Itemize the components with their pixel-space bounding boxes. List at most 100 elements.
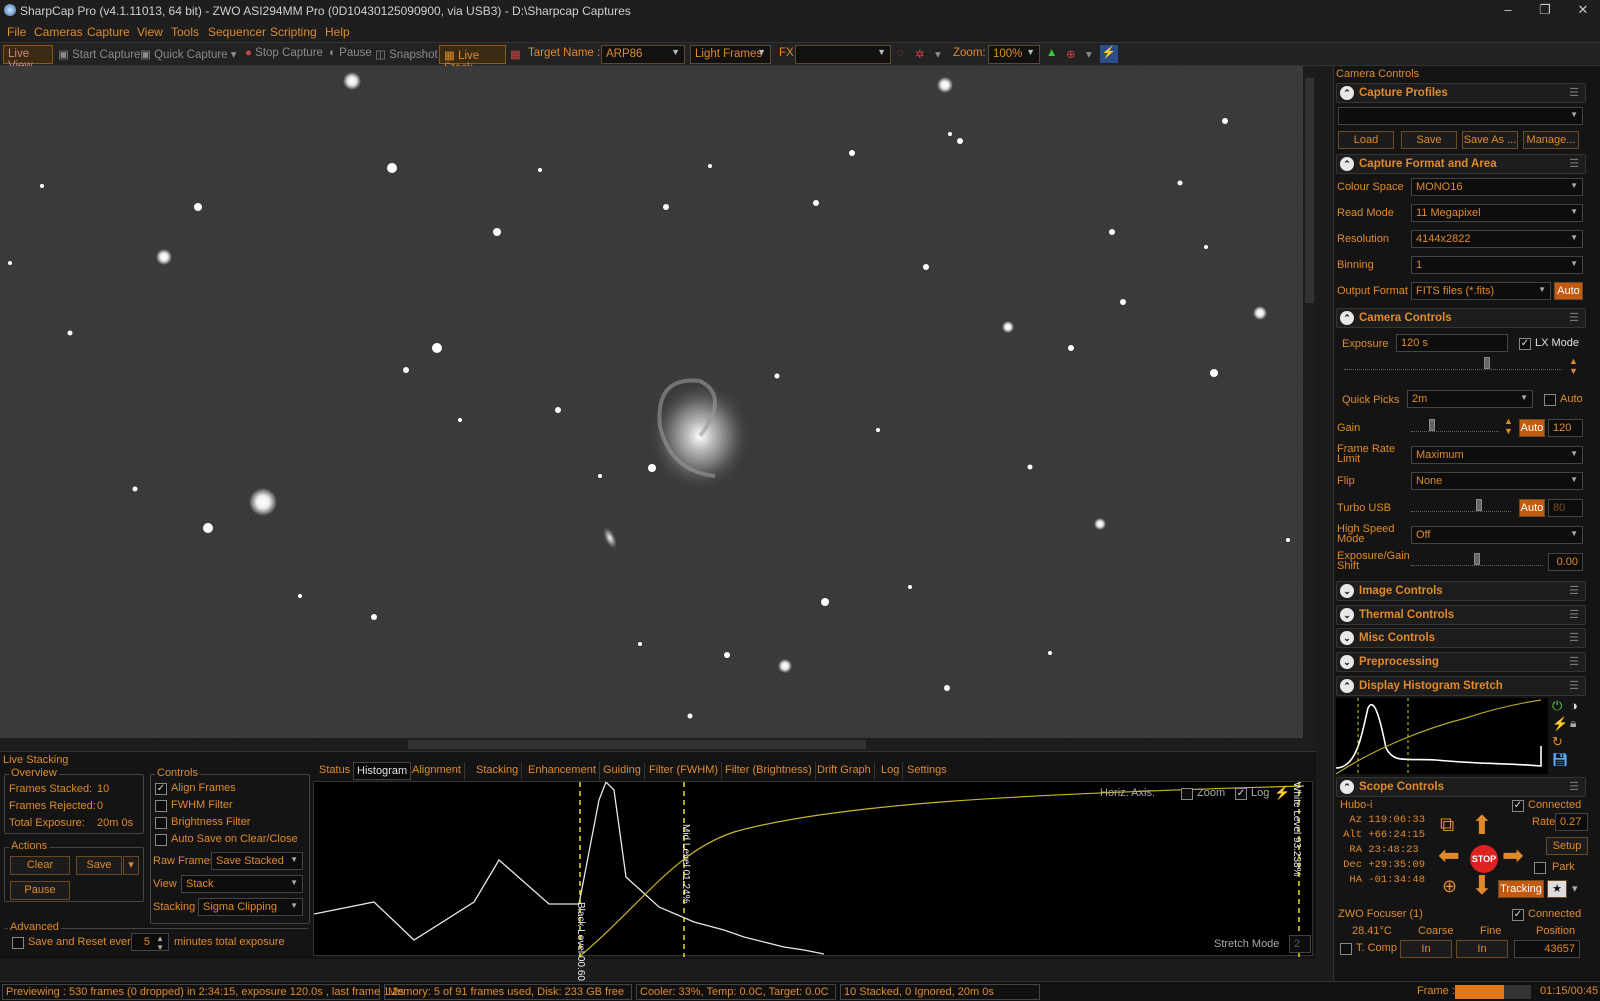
tab-settings[interactable]: Settings <box>904 762 950 780</box>
auto-stretch-icon[interactable]: ⚡ <box>1552 716 1568 732</box>
stop-capture-button[interactable]: ● Stop Capture <box>245 47 323 59</box>
menu-icon[interactable]: ☰ <box>1569 584 1579 597</box>
collapse-icon[interactable]: ⌃ <box>1340 780 1354 794</box>
tab-stacking[interactable]: Stacking <box>473 762 523 780</box>
menu-icon[interactable]: ☰ <box>1569 608 1579 621</box>
menu-icon[interactable]: ☰ <box>1569 157 1579 170</box>
menu-icon[interactable]: ☰ <box>1569 655 1579 668</box>
binning-select[interactable]: 1 ▼ <box>1411 256 1583 274</box>
zoom-select[interactable]: 100% ▼ <box>988 45 1040 64</box>
tab-guiding[interactable]: Guiding <box>600 762 645 780</box>
menu-file[interactable]: File <box>7 25 26 39</box>
lock-icon[interactable]: 🔒︎ <box>1570 716 1576 731</box>
load-profile-button[interactable]: Load <box>1338 131 1394 149</box>
menu-icon[interactable]: ☰ <box>1569 679 1579 692</box>
raw-frames-select[interactable]: Save Stacked ▼ <box>211 852 303 870</box>
save-stack-button[interactable]: Save <box>76 856 122 875</box>
save-as-profile-button[interactable]: Save As ... <box>1462 131 1518 149</box>
tab-filter-brightness[interactable]: Filter (Brightness) <box>722 762 816 780</box>
align-frames-checkbox[interactable]: ✓ <box>155 783 167 795</box>
reset-icon[interactable]: ↻ <box>1552 734 1563 750</box>
exposure-slider[interactable] <box>1344 357 1562 370</box>
collapse-icon[interactable]: ⌃ <box>1340 311 1354 325</box>
start-capture-button[interactable]: ▣ Start Capture <box>58 47 140 61</box>
exposure-input[interactable]: 120 s <box>1396 334 1508 352</box>
output-format-select[interactable]: FITS files (*.fits) ▼ <box>1411 282 1551 300</box>
park-checkbox[interactable] <box>1534 862 1546 874</box>
target-name-field[interactable]: ARP86 ▼ <box>601 45 685 64</box>
stack-histogram-graph[interactable]: Black Level 00.60% Mid Level 01.24% Whit… <box>313 781 1313 990</box>
menu-cameras[interactable]: Cameras <box>34 25 83 39</box>
arrow-down-icon[interactable]: ⬇ <box>1471 870 1493 901</box>
coarse-in-button[interactable]: In <box>1400 940 1452 958</box>
view-select[interactable]: Stack ▼ <box>181 875 303 893</box>
tab-filter-fwhm[interactable]: Filter (FWHM) <box>646 762 723 780</box>
crosshair-icon[interactable]: ✲ <box>915 47 925 61</box>
mount-setup-button[interactable]: Setup <box>1546 837 1588 855</box>
close-icon[interactable]: ✕ <box>1568 2 1598 20</box>
magnifier-icon[interactable]: ⊕ <box>1066 47 1076 61</box>
chevron-down-icon[interactable]: ▾ <box>1086 47 1092 61</box>
turbo-usb-input[interactable]: 80 <box>1548 499 1583 517</box>
resolution-select[interactable]: 4144x2822 ▼ <box>1411 230 1583 248</box>
expand-icon[interactable]: ⌄ <box>1340 608 1354 622</box>
camera-image-view[interactable] <box>0 66 1303 738</box>
menu-icon[interactable]: ☰ <box>1569 311 1579 324</box>
collapse-icon[interactable]: ⌃ <box>1340 157 1354 171</box>
auto-stretch-icon[interactable]: ⚡ <box>1274 785 1290 801</box>
contrast-icon[interactable]: ◑ <box>1570 698 1578 713</box>
arrow-right-icon[interactable]: ➡ <box>1502 840 1524 871</box>
quick-capture-button[interactable]: ▣ Quick Capture ▾ <box>140 47 237 61</box>
section-misc-controls[interactable]: ⌄ Misc Controls ☰ <box>1336 628 1586 648</box>
minimize-icon[interactable]: – <box>1493 2 1523 20</box>
frame-type-select[interactable]: Light Frames ▼ <box>690 45 771 64</box>
section-thermal-controls[interactable]: ⌄ Thermal Controls ☰ <box>1336 605 1586 625</box>
frame-rate-select[interactable]: Maximum ▼ <box>1411 446 1583 464</box>
pause-button[interactable]: ◐ Pause <box>329 47 372 59</box>
menu-help[interactable]: Help <box>325 25 350 39</box>
wand-icon[interactable]: ⚡ <box>1100 45 1118 63</box>
quick-picks-select[interactable]: 2m ▼ <box>1407 390 1533 408</box>
slider-knob[interactable] <box>1476 499 1482 511</box>
manage-profiles-button[interactable]: Manage... <box>1523 131 1579 149</box>
home-target-icon[interactable]: ⊕ <box>1442 876 1457 897</box>
output-auto-button[interactable]: Auto <box>1554 282 1583 300</box>
expand-icon[interactable]: ⌄ <box>1340 584 1354 598</box>
temp-comp-checkbox[interactable] <box>1340 943 1352 955</box>
brightness-filter-checkbox[interactable] <box>155 817 167 829</box>
histogram-icon[interactable]: ▲ <box>1046 47 1057 59</box>
mount-connected-checkbox[interactable]: ✓ <box>1512 800 1524 812</box>
section-preprocessing[interactable]: ⌄ Preprocessing ☰ <box>1336 652 1586 672</box>
menu-view[interactable]: View <box>137 25 163 39</box>
save-disk-icon[interactable]: 💾︎ <box>1552 752 1569 768</box>
save-reset-minutes-input[interactable]: 5 ▲ ▼ <box>131 933 169 951</box>
turbo-auto-button[interactable]: Auto <box>1519 499 1545 517</box>
tab-drift-graph[interactable]: Drift Graph <box>814 762 875 780</box>
menu-capture[interactable]: Capture <box>87 25 130 39</box>
restore-icon[interactable]: ❐ <box>1530 2 1560 20</box>
expand-icon[interactable]: ⌄ <box>1340 655 1354 669</box>
fx-select[interactable]: ▼ <box>795 45 891 64</box>
read-mode-select[interactable]: 11 Megapixel ▼ <box>1411 204 1583 222</box>
save-reset-checkbox[interactable] <box>12 937 24 949</box>
tab-status[interactable]: Status <box>316 762 355 780</box>
goto-icon[interactable]: ⧉ <box>1440 814 1454 837</box>
chevron-down-icon[interactable]: ▾ <box>1572 882 1578 895</box>
auto-save-checkbox[interactable] <box>155 834 167 846</box>
stepper-icon[interactable]: ▲ ▼ <box>156 934 164 950</box>
live-view-button[interactable]: Live View <box>3 45 53 72</box>
scroll-thumb[interactable] <box>1305 78 1314 303</box>
log-checkbox[interactable]: ✓ <box>1235 788 1247 800</box>
exposure-gain-shift-input[interactable]: 0.00 <box>1548 553 1583 571</box>
pause-stack-button[interactable]: Pause <box>10 881 70 900</box>
menu-icon[interactable]: ☰ <box>1569 86 1579 99</box>
gain-stepper-icon[interactable]: ▲ ▼ <box>1504 416 1513 436</box>
tab-histogram[interactable]: Histogram <box>353 762 412 780</box>
section-image-controls[interactable]: ⌄ Image Controls ☰ <box>1336 581 1586 601</box>
slider-knob[interactable] <box>1429 419 1435 431</box>
save-profile-button[interactable]: Save <box>1401 131 1457 149</box>
power-icon[interactable]: ⏻ <box>1552 698 1562 714</box>
slider-knob[interactable] <box>1474 553 1480 565</box>
menu-tools[interactable]: Tools <box>171 25 199 39</box>
menu-icon[interactable]: ☰ <box>1569 780 1579 793</box>
